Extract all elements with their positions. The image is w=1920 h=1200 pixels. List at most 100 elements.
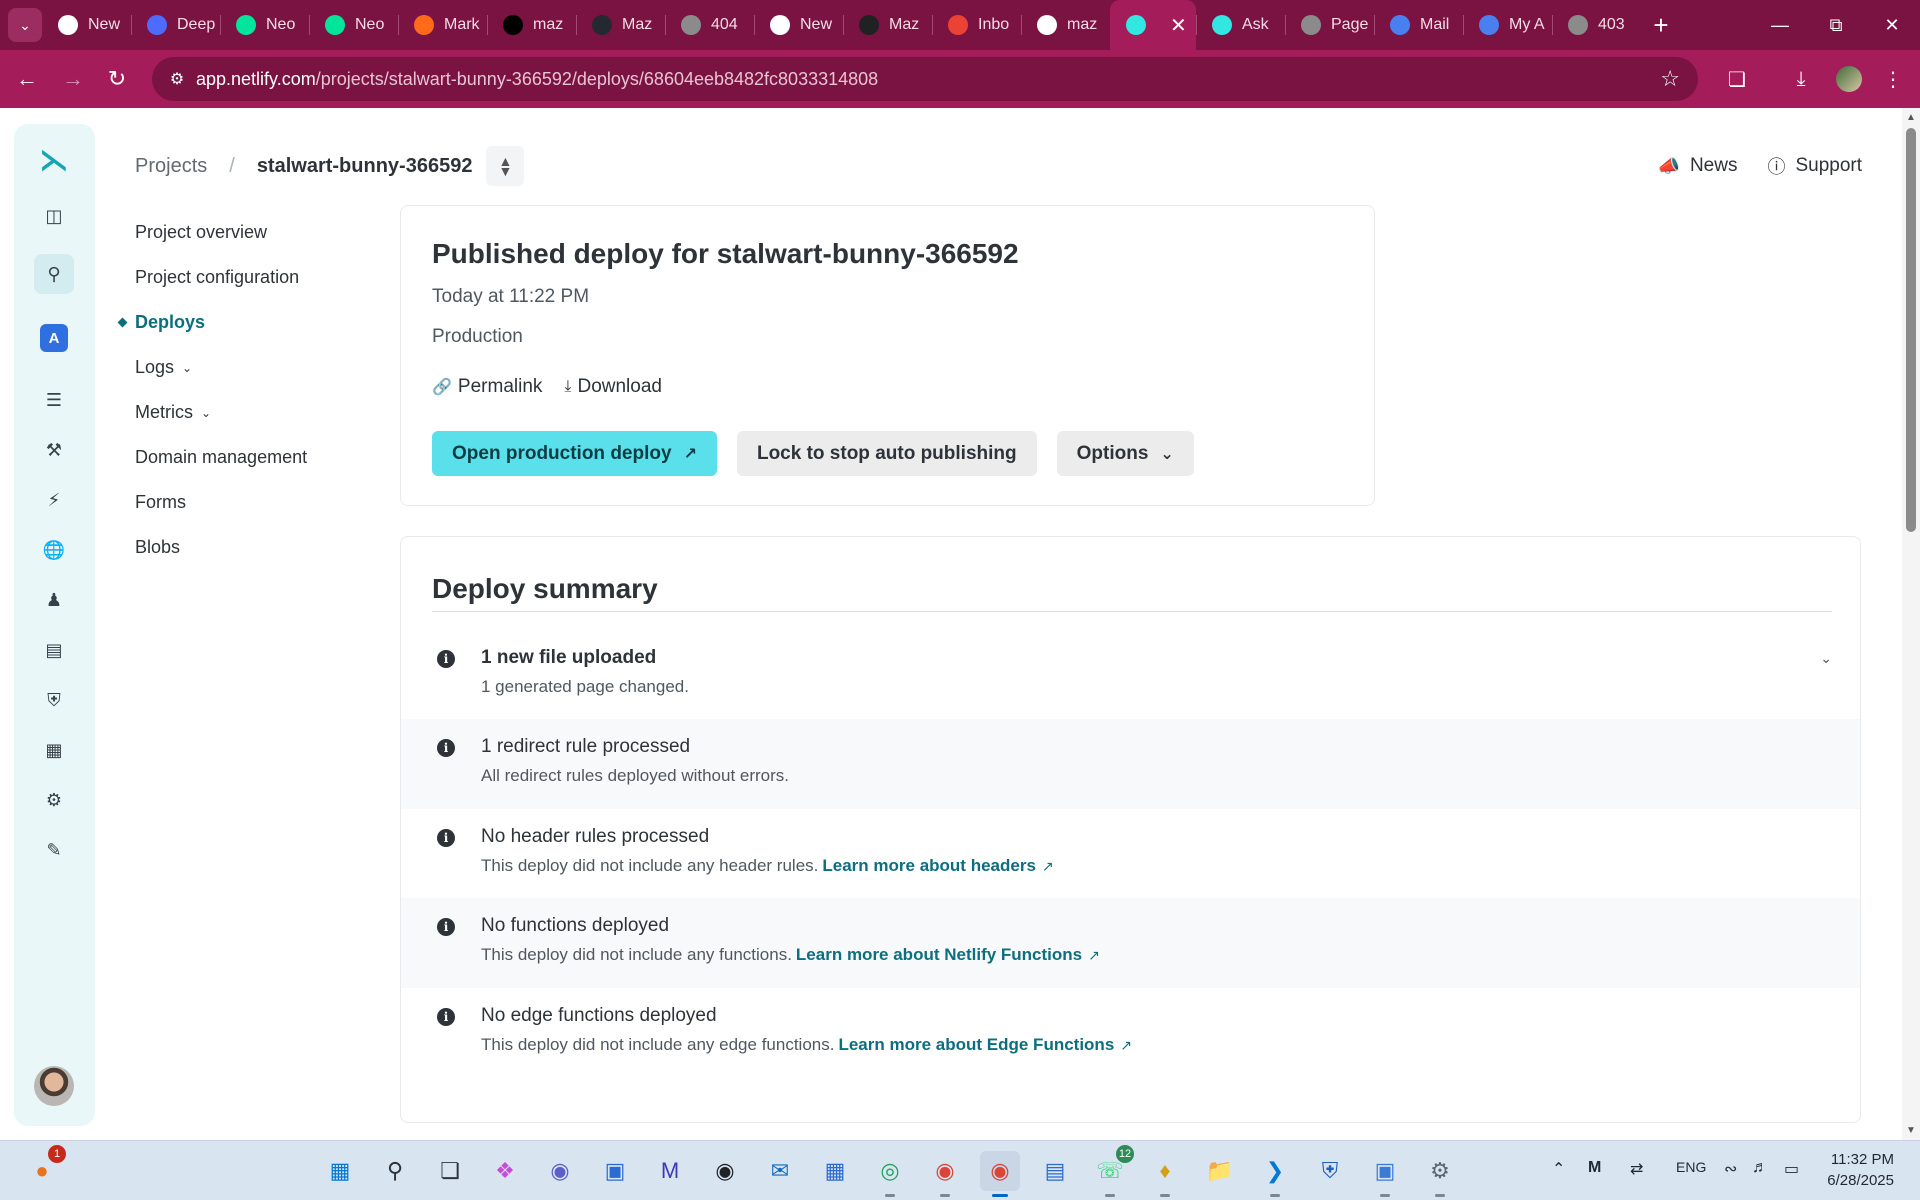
edge-icon[interactable]: ◎ <box>870 1151 910 1197</box>
learn-more-link[interactable]: Learn more about Edge Functions <box>838 1035 1114 1054</box>
task-view-icon[interactable]: ❏ <box>430 1151 470 1191</box>
browser-tab[interactable]: Neo <box>309 0 398 50</box>
browser-tab[interactable]: Inbo <box>932 0 1021 50</box>
builds-hammer-icon[interactable]: ⚒ <box>34 430 74 470</box>
open-production-deploy-button[interactable]: Open production deploy ↗ <box>432 431 717 476</box>
domains-globe-icon[interactable]: 🌐 <box>34 530 74 570</box>
notepad-icon[interactable]: ▤ <box>1035 1151 1075 1191</box>
copilot-icon[interactable]: ❖ <box>485 1151 525 1191</box>
forward-arrow-icon[interactable]: → <box>58 64 88 94</box>
sidenav-item-logs[interactable]: Logs ⌄ <box>135 345 365 390</box>
paint-icon[interactable]: ♦ <box>1145 1151 1185 1197</box>
sidenav-item-metrics[interactable]: Metrics ⌄ <box>135 390 365 435</box>
restore-icon[interactable]: ⧉ <box>1808 0 1864 50</box>
security-shield-icon[interactable]: ⛨ <box>34 680 74 720</box>
battery-icon[interactable]: ▭ <box>1784 1159 1799 1179</box>
scroll-up-icon[interactable]: ▲ <box>1906 112 1916 123</box>
browser-tab[interactable]: 403 <box>1552 0 1641 50</box>
vscode-icon[interactable]: ❯ <box>1255 1151 1295 1197</box>
scroll-down-icon[interactable]: ▼ <box>1906 1125 1916 1136</box>
system-clock[interactable]: 11:32 PM 6/28/2025 <box>1827 1149 1894 1191</box>
apps-grid-icon[interactable]: ▦ <box>815 1151 855 1191</box>
breadcrumb-projects-link[interactable]: Projects <box>135 155 207 178</box>
sidenav-item-blobs[interactable]: Blobs <box>135 525 365 570</box>
chrome-profile-icon[interactable]: ◉ <box>925 1151 965 1197</box>
defender-shield-icon[interactable]: ⛨ <box>1310 1151 1350 1191</box>
sidenav-item-forms[interactable]: Forms <box>135 480 365 525</box>
audit-log-icon[interactable]: ▦ <box>34 730 74 770</box>
tray-app-icon[interactable]: M <box>1588 1159 1601 1177</box>
browser-tab[interactable]: New <box>754 0 843 50</box>
teams-icon[interactable]: ◉ <box>540 1151 580 1191</box>
browser-tab[interactable]: My A <box>1463 0 1552 50</box>
learn-more-link[interactable]: Learn more about Netlify Functions <box>796 945 1082 964</box>
browser-profile-avatar[interactable] <box>1836 66 1862 92</box>
windows-start-icon[interactable]: ▦ <box>320 1151 360 1191</box>
remote-desktop-icon[interactable]: ▣ <box>1365 1151 1405 1197</box>
extensions-icon[interactable]: ❏ <box>1722 64 1752 94</box>
scrollbar-thumb[interactable] <box>1906 128 1916 532</box>
browser-tab[interactable]: Page <box>1285 0 1374 50</box>
language-indicator[interactable]: ENG <box>1676 1159 1706 1175</box>
usage-billing-icon[interactable]: ▤ <box>34 630 74 670</box>
store-icon[interactable]: ▣ <box>595 1151 635 1191</box>
downloads-icon[interactable]: ⤓ <box>1786 64 1816 94</box>
sidebar-toggle-icon[interactable]: ◫ <box>34 196 74 236</box>
browser-tab[interactable]: Neo <box>220 0 309 50</box>
download-link[interactable]: ⤓ Download <box>564 376 662 398</box>
weather-widget-icon[interactable]: ● 1 <box>22 1145 66 1191</box>
taskbar-search-icon[interactable]: ⚲ <box>375 1151 415 1191</box>
github-desktop-icon[interactable]: ◉ <box>705 1151 745 1191</box>
feedback-pencil-icon[interactable]: ✎ <box>34 830 74 870</box>
whatsapp-icon[interactable]: ☏ 12 <box>1090 1145 1134 1197</box>
tray-overflow-chevron-icon[interactable]: ⌃ <box>1552 1159 1565 1179</box>
close-window-icon[interactable]: ✕ <box>1864 0 1920 50</box>
permalink-link[interactable]: 🔗 Permalink <box>432 376 542 398</box>
browser-tab[interactable]: 404 <box>665 0 754 50</box>
support-link[interactable]: ⓘ Support <box>1767 153 1862 179</box>
settings-icon[interactable]: ⚙ <box>1420 1151 1460 1197</box>
browser-menu-icon[interactable]: ⋮ <box>1878 64 1908 94</box>
new-tab-icon[interactable]: + <box>1641 0 1681 50</box>
browser-tab[interactable]: maz <box>487 0 576 50</box>
browser-tab[interactable]: Mark <box>398 0 487 50</box>
tray-transfer-icon[interactable]: ⇄ <box>1630 1159 1643 1179</box>
search-icon[interactable]: ⚲ <box>34 254 74 294</box>
sidenav-item-domain-management[interactable]: Domain management <box>135 435 365 480</box>
browser-tab[interactable]: New <box>42 0 131 50</box>
breadcrumb-project-name[interactable]: stalwart-bunny-366592 <box>257 155 473 178</box>
minimize-icon[interactable]: — <box>1752 0 1808 50</box>
outlook-icon[interactable]: ✉ <box>760 1151 800 1191</box>
browser-tab-active[interactable]: ✕ <box>1110 0 1196 50</box>
back-arrow-icon[interactable]: ← <box>12 64 42 94</box>
browser-tab[interactable]: Deep <box>131 0 220 50</box>
app-m-icon[interactable]: M <box>650 1151 690 1191</box>
browser-tab[interactable]: maz <box>1021 0 1110 50</box>
chrome-active-icon[interactable]: ◉ <box>980 1151 1020 1197</box>
file-explorer-icon[interactable]: 📁 <box>1200 1151 1240 1191</box>
page-scrollbar[interactable]: ▲ ▼ <box>1902 108 1920 1140</box>
bookmark-star-icon[interactable]: ☆ <box>1660 66 1680 92</box>
project-switcher-icon[interactable]: ▲ ▼ <box>486 146 525 186</box>
tab-search-chevron-icon[interactable]: ⌄ <box>8 8 42 42</box>
expand-chevron-icon[interactable]: ⌄ <box>1820 650 1832 667</box>
site-settings-icon[interactable]: ⚙ <box>166 68 188 90</box>
sidenav-item-project-overview[interactable]: Project overview <box>135 210 365 255</box>
summary-row[interactable]: i 1 new file uploaded 1 generated page cha… <box>401 630 1860 720</box>
settings-gear-icon[interactable]: ⚙ <box>34 780 74 820</box>
lock-auto-publishing-button[interactable]: Lock to stop auto publishing <box>736 431 1037 476</box>
browser-tab[interactable]: Mail <box>1374 0 1463 50</box>
projects-stack-icon[interactable]: ☰ <box>34 380 74 420</box>
close-tab-icon[interactable]: ✕ <box>1170 13 1187 38</box>
address-bar[interactable]: ⚙ app.netlify.com/projects/stalwart-bunn… <box>152 57 1698 101</box>
members-icon[interactable]: ♟ <box>34 580 74 620</box>
sidenav-item-deploys[interactable]: Deploys <box>135 300 365 345</box>
reload-icon[interactable]: ↻ <box>102 64 132 94</box>
user-avatar[interactable] <box>34 1066 74 1106</box>
team-switcher[interactable]: A <box>34 318 74 358</box>
browser-tab[interactable]: Maz <box>576 0 665 50</box>
browser-tab[interactable]: Ask <box>1196 0 1285 50</box>
browser-tab[interactable]: Maz <box>843 0 932 50</box>
netlify-logo-icon[interactable]: ⋋ <box>34 140 74 180</box>
wifi-icon[interactable]: ∾ <box>1724 1159 1737 1179</box>
